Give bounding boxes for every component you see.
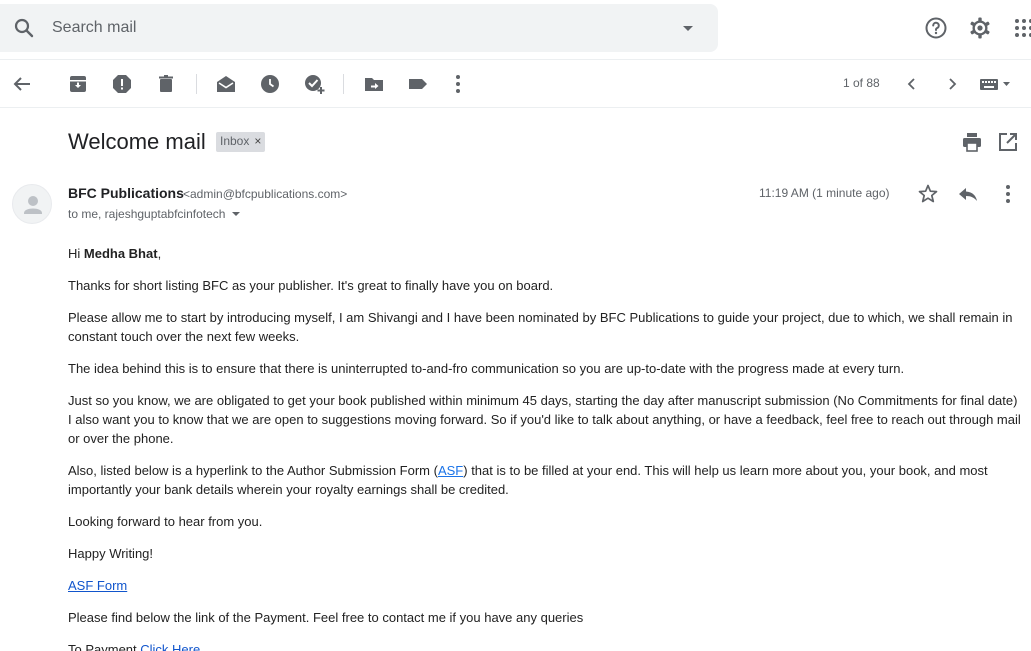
back-arrow-icon[interactable] bbox=[10, 72, 34, 96]
recipient-details-dropdown-icon[interactable] bbox=[231, 209, 241, 219]
greeting-suffix: , bbox=[157, 246, 162, 261]
add-to-tasks-icon[interactable] bbox=[302, 72, 326, 96]
paragraph-5: Also, listed below is a hyperlink to the… bbox=[68, 461, 1023, 499]
payment-prefix: To Payment bbox=[68, 642, 141, 651]
greeting-prefix: Hi bbox=[68, 246, 84, 261]
paragraph-4b: I also want you to know that we are open… bbox=[68, 412, 1021, 446]
paragraph-5-prefix: Also, listed below is a hyperlink to the… bbox=[68, 463, 438, 478]
asf-form-link[interactable]: ASF Form bbox=[68, 578, 127, 593]
recipient-name: Medha Bhat bbox=[83, 246, 158, 261]
label-chip-text: Inbox bbox=[220, 134, 250, 148]
email-timestamp: 11:19 AM (1 minute ago) bbox=[759, 186, 890, 200]
more-options-icon[interactable] bbox=[996, 182, 1020, 206]
reply-icon[interactable] bbox=[956, 182, 980, 206]
recipients-line[interactable]: to me, rajeshguptabfcinfotech bbox=[68, 207, 241, 221]
toolbar-divider bbox=[196, 74, 197, 94]
archive-icon[interactable] bbox=[66, 72, 90, 96]
greeting: Hi Medha Bhat, bbox=[68, 244, 1023, 263]
open-in-new-window-icon[interactable] bbox=[996, 130, 1020, 154]
report-spam-icon[interactable] bbox=[110, 72, 134, 96]
asf-form-paragraph: ASF Form bbox=[68, 576, 1023, 595]
payment-line: To Payment Click Here bbox=[68, 640, 1023, 651]
top-bar bbox=[0, 0, 1031, 60]
asf-inline-link[interactable]: ASF bbox=[438, 463, 463, 478]
chevron-right-icon[interactable] bbox=[940, 72, 964, 96]
sender-name[interactable]: BFC Publications bbox=[68, 185, 184, 201]
inbox-label-chip: Inbox × bbox=[216, 132, 266, 152]
recipients-text: to me, rajeshguptabfcinfotech bbox=[68, 207, 226, 221]
message-toolbar: 1 of 88 bbox=[0, 60, 1031, 108]
paragraph-4a: Just so you know, we are obligated to ge… bbox=[68, 393, 1018, 408]
move-to-icon[interactable] bbox=[362, 72, 386, 96]
paragraph-7: Happy Writing! bbox=[68, 546, 154, 561]
paragraph-4: Just so you know, we are obligated to ge… bbox=[68, 391, 1023, 448]
label-icon[interactable] bbox=[406, 72, 430, 96]
paragraph-6: Looking forward to hear from you. bbox=[68, 514, 263, 529]
payment-link[interactable]: Click Here bbox=[140, 642, 200, 651]
chevron-left-icon[interactable] bbox=[900, 72, 924, 96]
more-vertical-icon[interactable] bbox=[446, 72, 470, 96]
apps-icon[interactable] bbox=[1012, 16, 1031, 40]
remove-label-button[interactable]: × bbox=[254, 134, 261, 152]
search-input[interactable] bbox=[52, 16, 652, 40]
pagination-count: 1 of 88 bbox=[843, 76, 880, 90]
gear-icon[interactable] bbox=[968, 16, 992, 40]
search-bar[interactable] bbox=[0, 4, 718, 52]
paragraph-1: Thanks for short listing BFC as your pub… bbox=[68, 278, 554, 293]
delete-icon[interactable] bbox=[154, 72, 178, 96]
star-icon[interactable] bbox=[916, 182, 940, 206]
snooze-clock-icon[interactable] bbox=[258, 72, 282, 96]
paragraph-3: The idea behind this is to ensure that t… bbox=[68, 361, 905, 376]
paragraph-8: Please find below the link of the Paymen… bbox=[68, 610, 584, 625]
help-icon[interactable] bbox=[924, 16, 948, 40]
mark-unread-icon[interactable] bbox=[214, 72, 238, 96]
print-icon[interactable] bbox=[960, 130, 984, 154]
toolbar-divider bbox=[343, 74, 344, 94]
sender-email: <admin@bfcpublications.com> bbox=[183, 187, 348, 201]
email-subject: Welcome mail bbox=[68, 129, 206, 154]
keyboard-icon[interactable] bbox=[978, 72, 1014, 96]
paragraph-2: Please allow me to start by introducing … bbox=[68, 310, 1013, 344]
sender-avatar[interactable] bbox=[12, 184, 52, 224]
email-body: Hi Medha Bhat, Thanks for short listing … bbox=[68, 244, 1023, 651]
search-options-dropdown-icon[interactable] bbox=[678, 18, 698, 38]
search-icon[interactable] bbox=[12, 16, 36, 40]
